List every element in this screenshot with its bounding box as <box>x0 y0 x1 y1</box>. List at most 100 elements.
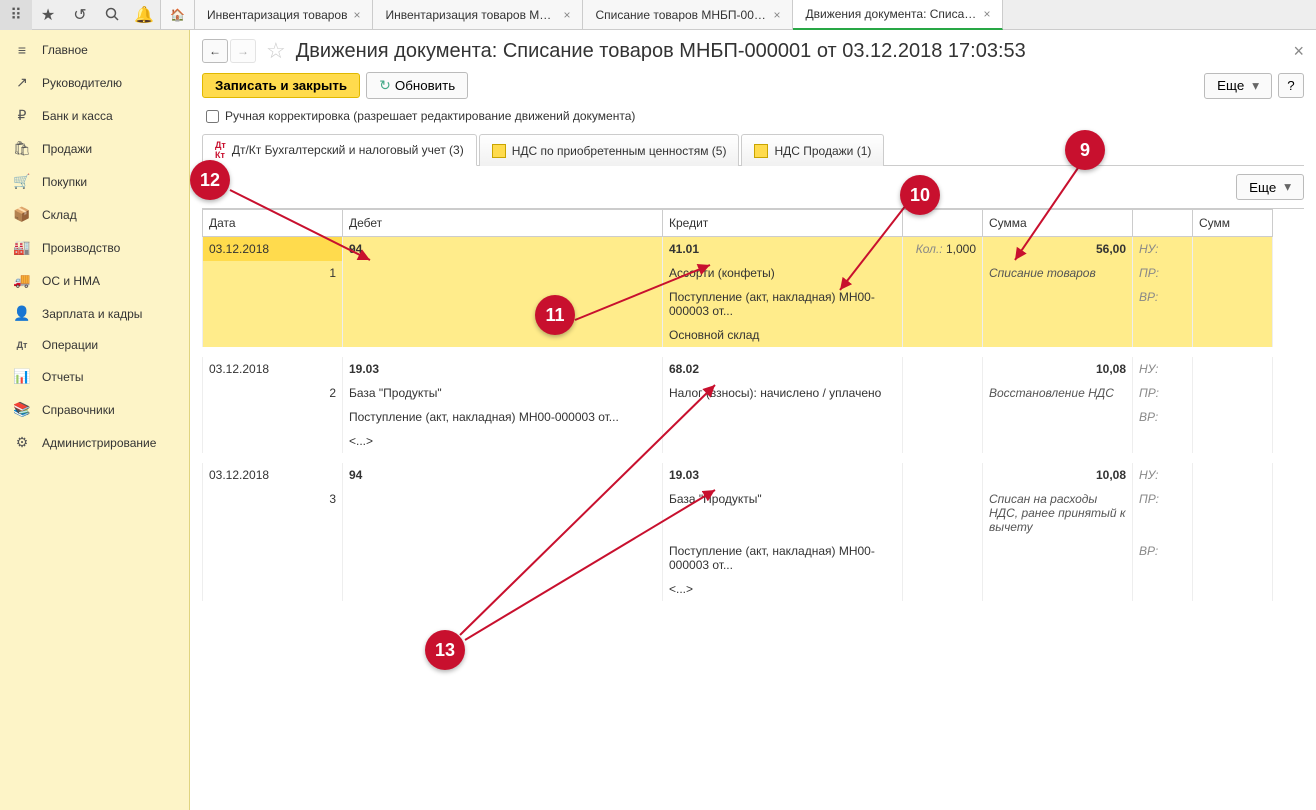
home-tab[interactable]: 🏠 <box>161 0 195 29</box>
table-subrow[interactable]: 2База "Продукты"Налог (взносы): начислен… <box>203 381 1273 405</box>
register-icon <box>754 144 768 158</box>
back-button[interactable]: ← <box>202 39 228 63</box>
table-row[interactable]: 03.12.20189441.01Кол.: 1,00056,00НУ: <box>203 237 1273 262</box>
tab-item[interactable]: Списание товаров МНБП-000001 от 03.1...× <box>583 0 793 29</box>
register-icon <box>492 144 506 158</box>
close-icon[interactable]: × <box>353 8 360 22</box>
cart-icon: 🛒 <box>10 173 34 190</box>
sidebar-label: Покупки <box>42 175 87 189</box>
table-subrow[interactable]: <...> <box>203 429 1273 453</box>
tab-item[interactable]: Инвентаризация товаров× <box>195 0 373 29</box>
sidebar-item-manager[interactable]: ↗Руководителю <box>0 66 189 99</box>
tab-vat-sales[interactable]: НДС Продажи (1) <box>741 134 884 166</box>
col-debit[interactable]: Дебет <box>343 210 663 237</box>
sidebar-item-purchases[interactable]: 🛒 Покупки <box>0 165 189 198</box>
sidebar-item-production[interactable]: 🏭 Производство <box>0 231 189 264</box>
tab-item[interactable]: Инвентаризация товаров МНБП-000002 о...× <box>373 0 583 29</box>
bag-icon: 🛍 <box>10 140 34 157</box>
report-icon: 📊 <box>10 368 34 385</box>
sidebar-label: Руководителю <box>42 76 122 90</box>
sidebar-label: Банк и касса <box>42 109 113 123</box>
sidebar-item-catalogs[interactable]: 📚 Справочники <box>0 393 189 426</box>
refresh-icon <box>379 77 391 94</box>
sidebar-label: Производство <box>42 241 120 255</box>
close-icon[interactable]: × <box>983 7 990 21</box>
close-icon[interactable]: × <box>773 8 780 22</box>
table-subrow[interactable]: 1Ассорти (конфеты)Списание товаровПР: <box>203 261 1273 285</box>
table-subrow[interactable]: Поступление (акт, накладная) МН00-000003… <box>203 285 1273 323</box>
sidebar-item-bank[interactable]: ₽ Банк и касса <box>0 99 189 132</box>
table-row[interactable]: 03.12.201819.0368.02 10,08НУ: <box>203 357 1273 381</box>
sidebar-label: Справочники <box>42 403 115 417</box>
sidebar-label: Продажи <box>42 142 92 156</box>
books-icon: 📚 <box>10 401 34 418</box>
table-subrow[interactable]: <...> <box>203 577 1273 601</box>
manual-correction-label: Ручная корректировка (разрешает редактир… <box>225 109 635 123</box>
table-subrow[interactable]: Поступление (акт, накладная) МН00-000003… <box>203 405 1273 429</box>
sidebar-label: Отчеты <box>42 370 83 384</box>
sidebar-label: Главное <box>42 43 88 57</box>
table-row[interactable]: 03.12.20189419.03 10,08НУ: <box>203 463 1273 487</box>
header-row: ← → ☆ Движения документа: Списание товар… <box>202 38 1304 64</box>
bell-icon[interactable]: 🔔 <box>128 0 160 30</box>
col-date[interactable]: Дата <box>203 210 343 237</box>
col-sum[interactable]: Сумма <box>983 210 1133 237</box>
callout-11: 11 <box>535 295 575 335</box>
close-form-button[interactable]: × <box>1293 41 1304 62</box>
manual-correction-row: Ручная корректировка (разрешает редактир… <box>202 109 1304 123</box>
sidebar-item-main[interactable]: ≡ Главное <box>0 34 189 66</box>
col-tag[interactable] <box>1133 210 1193 237</box>
table-subrow[interactable]: Основной склад <box>203 323 1273 347</box>
forward-button[interactable]: → <box>230 39 256 63</box>
tab-accounting[interactable]: ДтКтДт/Кт Бухгалтерский и налоговый учет… <box>202 134 477 166</box>
dtkt-icon: Дт <box>10 340 34 350</box>
table-subrow[interactable]: 3База "Продукты"Списан на расходы НДС, р… <box>203 487 1273 539</box>
col-sum2[interactable]: Сумм <box>1193 210 1273 237</box>
sidebar-item-operations[interactable]: Дт Операции <box>0 330 189 360</box>
help-button[interactable]: ? <box>1278 73 1304 98</box>
table-more-button[interactable]: Еще <box>1236 174 1304 200</box>
sidebar-item-hr[interactable]: 👤 Зарплата и кадры <box>0 297 189 330</box>
search-icon[interactable] <box>96 0 128 30</box>
sidebar-label: Склад <box>42 208 77 222</box>
callout-10: 10 <box>900 175 940 215</box>
tab-vat-purchase[interactable]: НДС по приобретенным ценностям (5) <box>479 134 740 166</box>
apps-icon[interactable]: ⠿ <box>0 0 32 30</box>
sidebar-label: Операции <box>42 338 98 352</box>
table-header-row: Дата Дебет Кредит Сумма Сумм <box>203 210 1273 237</box>
person-icon: 👤 <box>10 305 34 322</box>
sidebar: ≡ Главное ↗Руководителю ₽ Банк и касса 🛍 Пр… <box>0 30 190 810</box>
sidebar-item-admin[interactable]: ⚙Администрирование <box>0 426 189 459</box>
sidebar-item-reports[interactable]: 📊 Отчеты <box>0 360 189 393</box>
callout-9: 9 <box>1065 130 1105 170</box>
main-toolbar: ⠿ ★ ↺ 🔔 🏠 Инвентаризация товаров× Инвент… <box>0 0 1316 30</box>
sidebar-label: Администрирование <box>42 436 156 450</box>
col-credit[interactable]: Кредит <box>663 210 903 237</box>
truck-icon: 🚚 <box>10 272 34 289</box>
tab-item-active[interactable]: Движения документа: Списание товаров...× <box>793 0 1003 30</box>
manual-correction-checkbox[interactable] <box>206 110 219 123</box>
sidebar-item-sales[interactable]: 🛍 Продажи <box>0 132 189 165</box>
refresh-button[interactable]: Обновить <box>366 72 468 99</box>
more-button[interactable]: Еще <box>1204 73 1272 99</box>
document-tabs: 🏠 Инвентаризация товаров× Инвентаризация… <box>161 0 1316 29</box>
callout-13: 13 <box>425 630 465 670</box>
toolbar-icon-group: ⠿ ★ ↺ 🔔 <box>0 0 161 29</box>
box-icon: 📦 <box>10 206 34 223</box>
close-icon[interactable]: × <box>563 8 570 22</box>
content-area: ← → ☆ Движения документа: Списание товар… <box>190 30 1316 810</box>
ruble-icon: ₽ <box>10 107 34 124</box>
sidebar-item-warehouse[interactable]: 📦 Склад <box>0 198 189 231</box>
sidebar-label: ОС и НМА <box>42 274 100 288</box>
accounting-table[interactable]: Дата Дебет Кредит Сумма Сумм 03.12.20189… <box>202 208 1304 802</box>
star-icon[interactable]: ★ <box>32 0 64 30</box>
sidebar-item-assets[interactable]: 🚚 ОС и НМА <box>0 264 189 297</box>
history-icon[interactable]: ↺ <box>64 0 96 30</box>
save-close-button[interactable]: Записать и закрыть <box>202 73 360 98</box>
factory-icon: 🏭 <box>10 239 34 256</box>
menu-icon: ≡ <box>10 42 34 58</box>
dtkt-icon: ДтКт <box>215 140 226 160</box>
sidebar-label: Зарплата и кадры <box>42 307 142 321</box>
favorite-icon[interactable]: ☆ <box>266 38 286 64</box>
table-subrow[interactable]: Поступление (акт, накладная) МН00-000003… <box>203 539 1273 577</box>
